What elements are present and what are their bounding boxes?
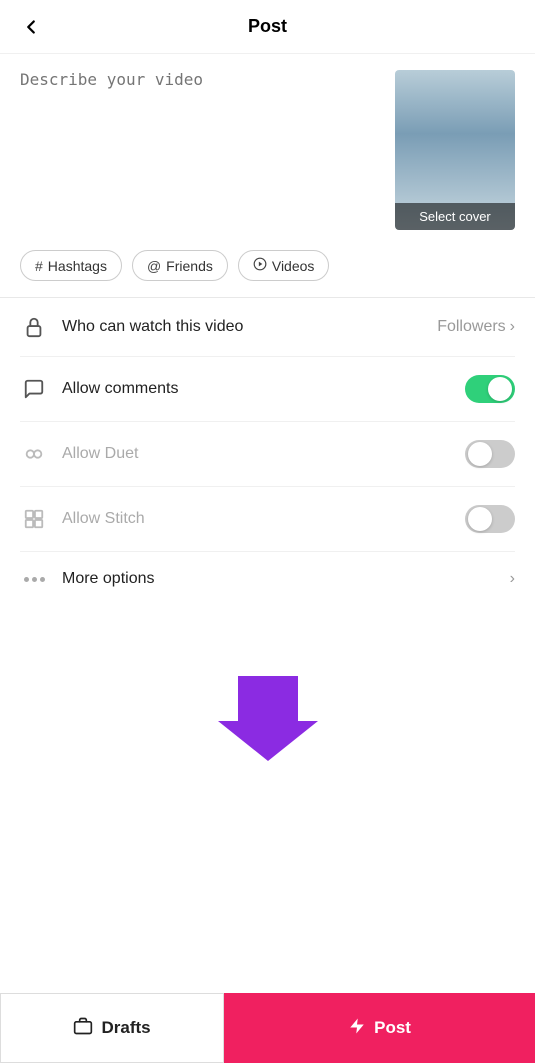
more-options-label: More options [62,570,510,588]
toggle-knob-stitch [468,507,492,531]
allow-comments-label: Allow comments [62,380,465,398]
toggle-knob-duet [468,442,492,466]
lock-icon [20,316,48,338]
dot1 [24,577,29,582]
friends-label: Friends [166,258,213,274]
post-button[interactable]: Post [224,993,535,1063]
more-options-chevron: › [510,570,515,588]
hash-icon: # [35,258,43,274]
allow-stitch-toggle[interactable] [465,505,515,533]
description-input[interactable] [20,70,379,230]
settings-section: Who can watch this video Followers › All… [0,298,535,606]
drafts-button[interactable]: Drafts [0,993,224,1063]
friends-button[interactable]: @ Friends [132,250,228,281]
arrow-area [0,606,535,806]
spark-icon [348,1017,366,1040]
allow-duet-label: Allow Duet [62,445,465,463]
download-arrow-icon [218,666,318,766]
description-area: Select cover [0,54,535,246]
allow-stitch-row: Allow Stitch [20,487,515,552]
who-can-watch-label: Who can watch this video [62,318,437,336]
allow-duet-toggle[interactable] [465,440,515,468]
allow-comments-row: Allow comments [20,357,515,422]
hashtags-button[interactable]: # Hashtags [20,250,122,281]
drafts-label: Drafts [101,1018,150,1038]
videos-label: Videos [272,258,315,274]
video-thumbnail: Select cover [395,70,515,230]
back-button[interactable] [20,16,42,38]
allow-comments-toggle[interactable] [465,375,515,403]
tag-buttons: # Hashtags @ Friends Videos [0,246,535,297]
duet-icon [20,443,48,465]
post-label: Post [374,1018,411,1038]
allow-stitch-label: Allow Stitch [62,510,465,528]
hashtags-label: Hashtags [48,258,107,274]
dot2 [32,577,37,582]
dots-icon [20,577,48,582]
more-options-row[interactable]: More options › [20,552,515,606]
bottom-bar: Drafts Post [0,993,535,1063]
header: Post [0,0,535,54]
allow-duet-row: Allow Duet [20,422,515,487]
at-icon: @ [147,258,161,274]
select-cover-button[interactable]: Select cover [395,203,515,230]
drafts-icon [73,1016,93,1041]
who-can-watch-row[interactable]: Who can watch this video Followers › [20,298,515,357]
toggle-knob [488,377,512,401]
dot3 [40,577,45,582]
who-can-watch-value: Followers [437,318,505,336]
page-title: Post [248,16,287,37]
comment-icon [20,378,48,400]
videos-button[interactable]: Videos [238,250,330,281]
who-can-watch-chevron: › [510,318,515,336]
play-icon [253,257,267,274]
stitch-icon [20,508,48,530]
